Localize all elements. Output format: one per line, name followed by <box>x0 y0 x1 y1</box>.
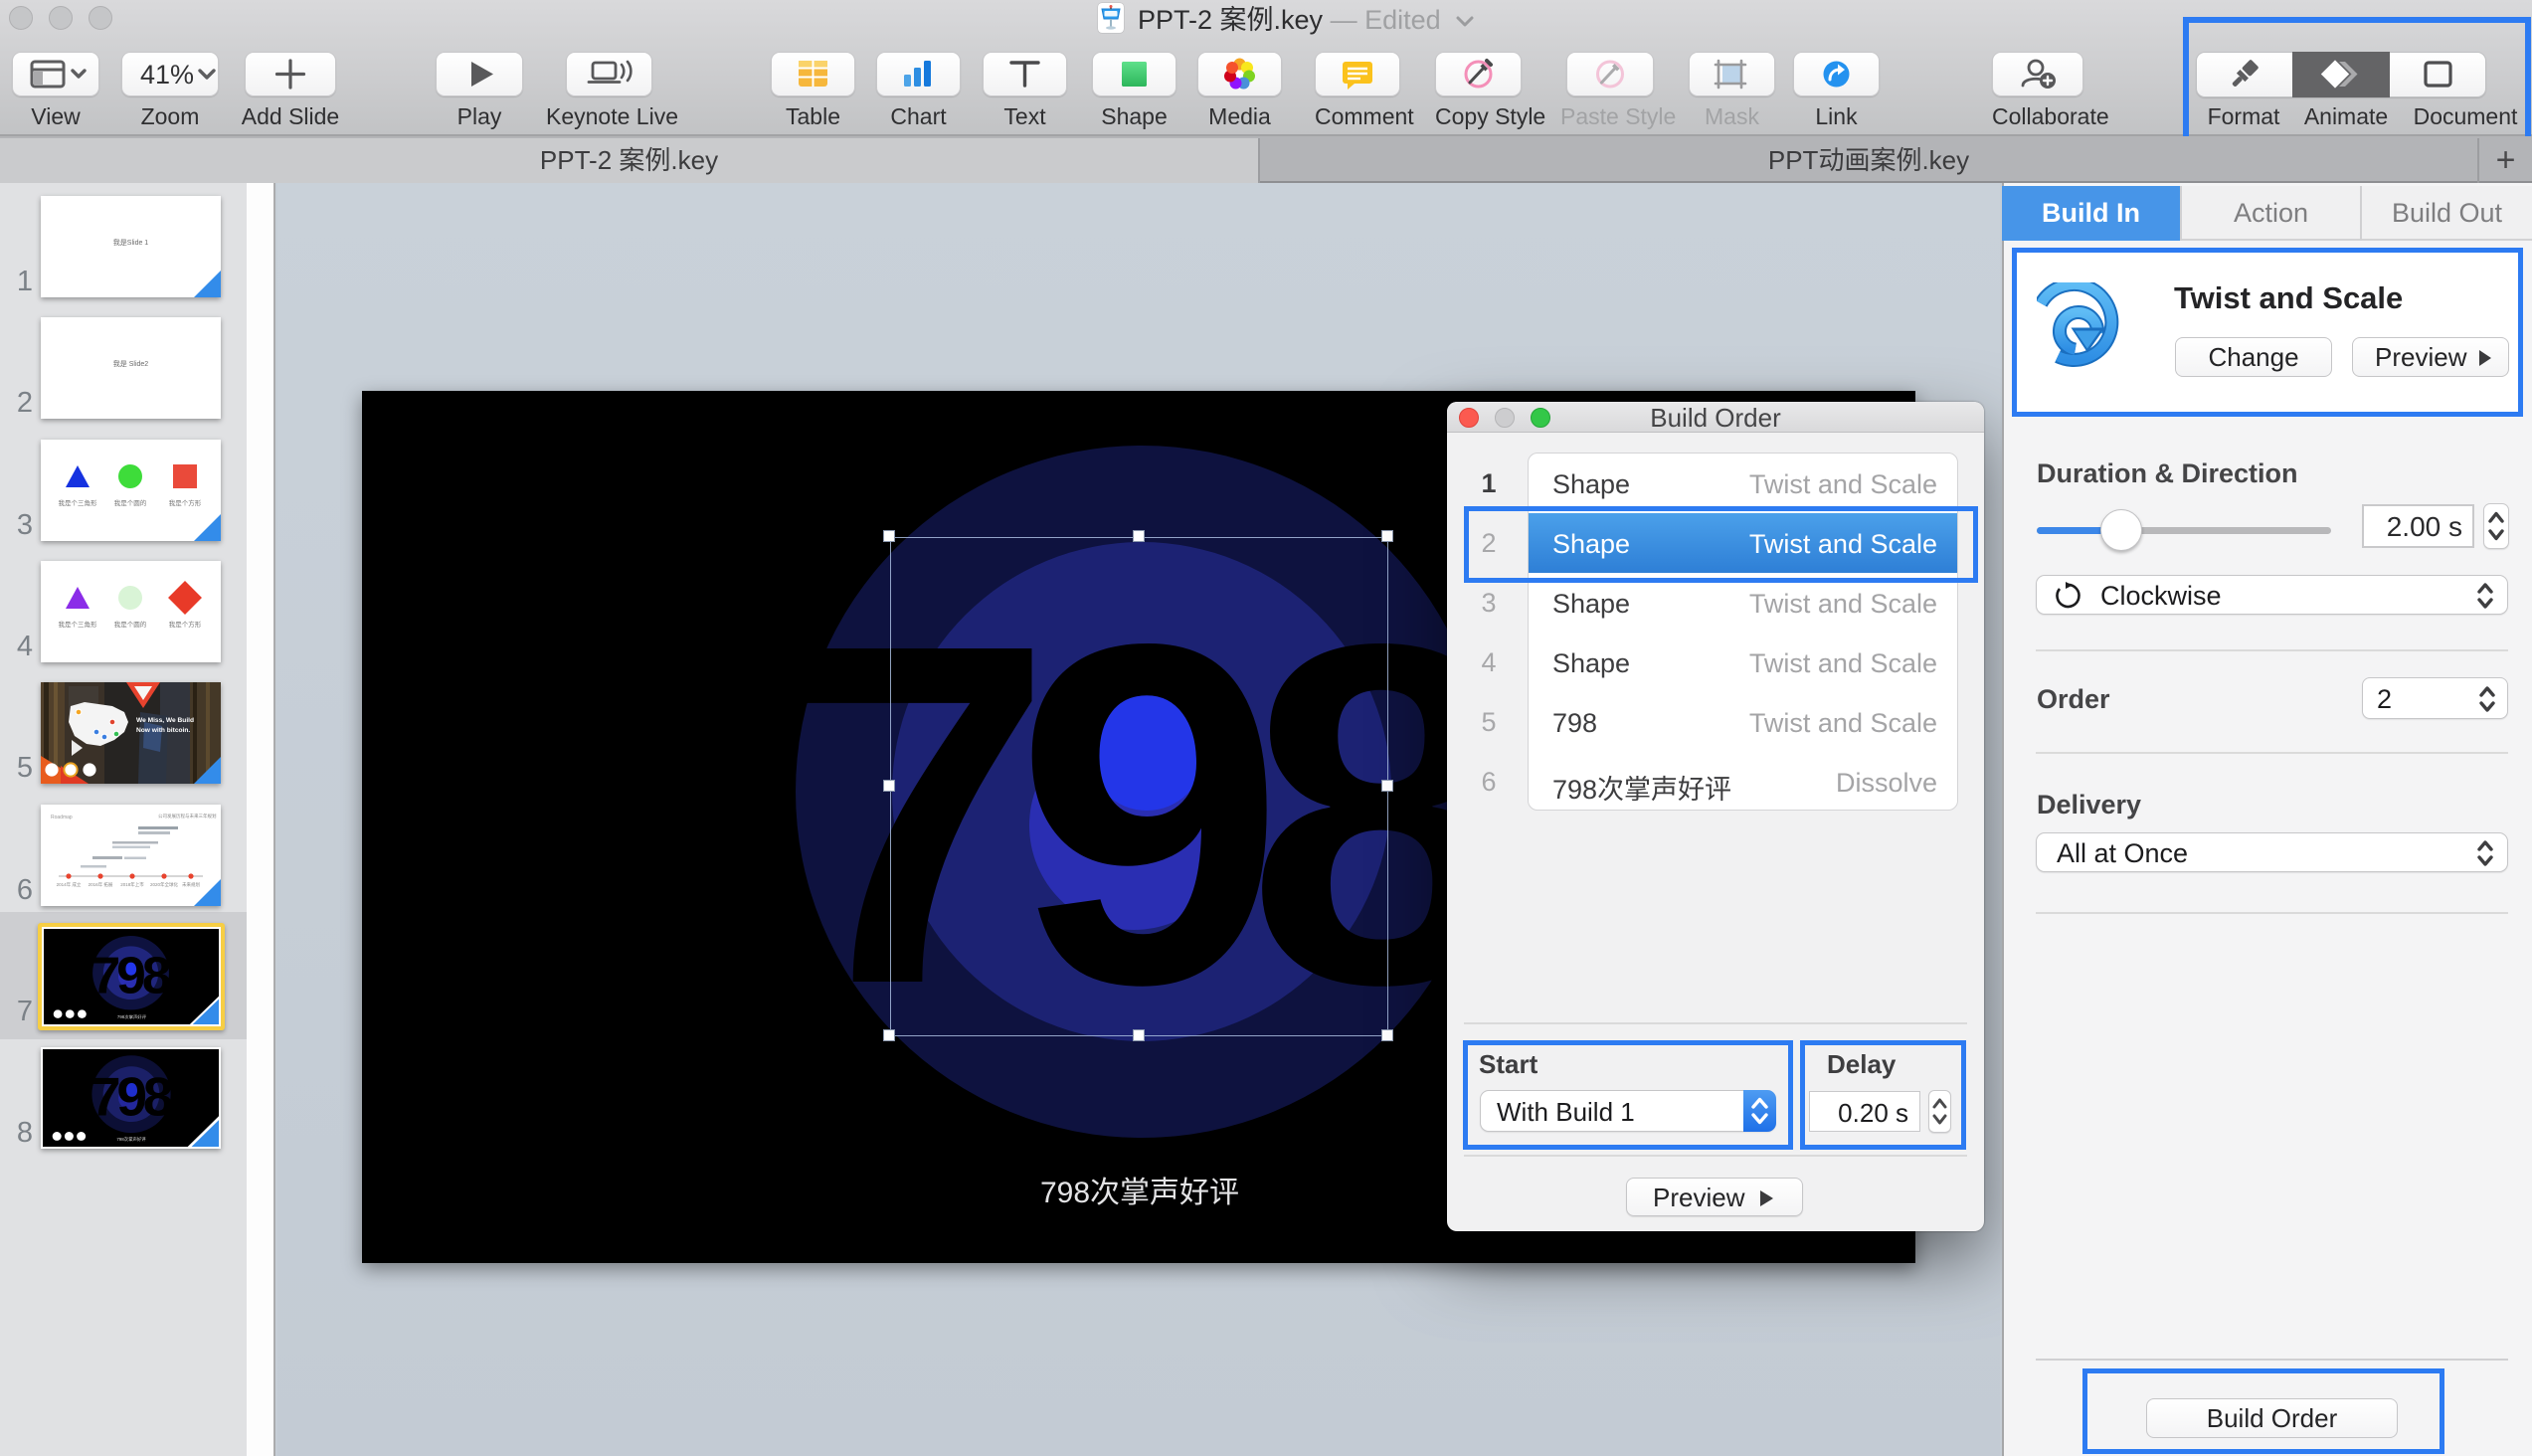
svg-text:公司发展历程与未来三年规划: 公司发展历程与未来三年规划 <box>158 813 217 819</box>
svg-text:Now with bitcoin.: Now with bitcoin. <box>136 727 190 734</box>
svg-text:我是个三角形: 我是个三角形 <box>59 498 98 507</box>
svg-text:我是个圆的: 我是个圆的 <box>114 620 147 629</box>
svg-text:2014年 成立: 2014年 成立 <box>57 881 82 888</box>
svg-text:我是个三角形: 我是个三角形 <box>59 620 98 629</box>
svg-text:我是个圆的: 我是个圆的 <box>114 498 147 507</box>
svg-text:2020年全球化: 2020年全球化 <box>150 881 179 888</box>
svg-text:我是个方形: 我是个方形 <box>169 620 202 629</box>
svg-text:798次掌声好评: 798次掌声好评 <box>1040 1177 1239 1209</box>
svg-text:2018年上市: 2018年上市 <box>120 881 144 888</box>
svg-text:798: 798 <box>90 1066 172 1127</box>
svg-text:798次掌声好评: 798次掌声好评 <box>117 1013 147 1020</box>
svg-text:798: 798 <box>91 947 171 1004</box>
svg-text:我是个方形: 我是个方形 <box>169 498 202 507</box>
svg-text:未来规划: 未来规划 <box>182 881 200 888</box>
svg-text:798次掌声好评: 798次掌声好评 <box>116 1136 146 1143</box>
svg-text:Roadmap: Roadmap <box>51 815 73 820</box>
svg-text:We Miss, We Build: We Miss, We Build <box>136 717 194 724</box>
svg-text:2016年 拓展: 2016年 拓展 <box>89 881 113 888</box>
